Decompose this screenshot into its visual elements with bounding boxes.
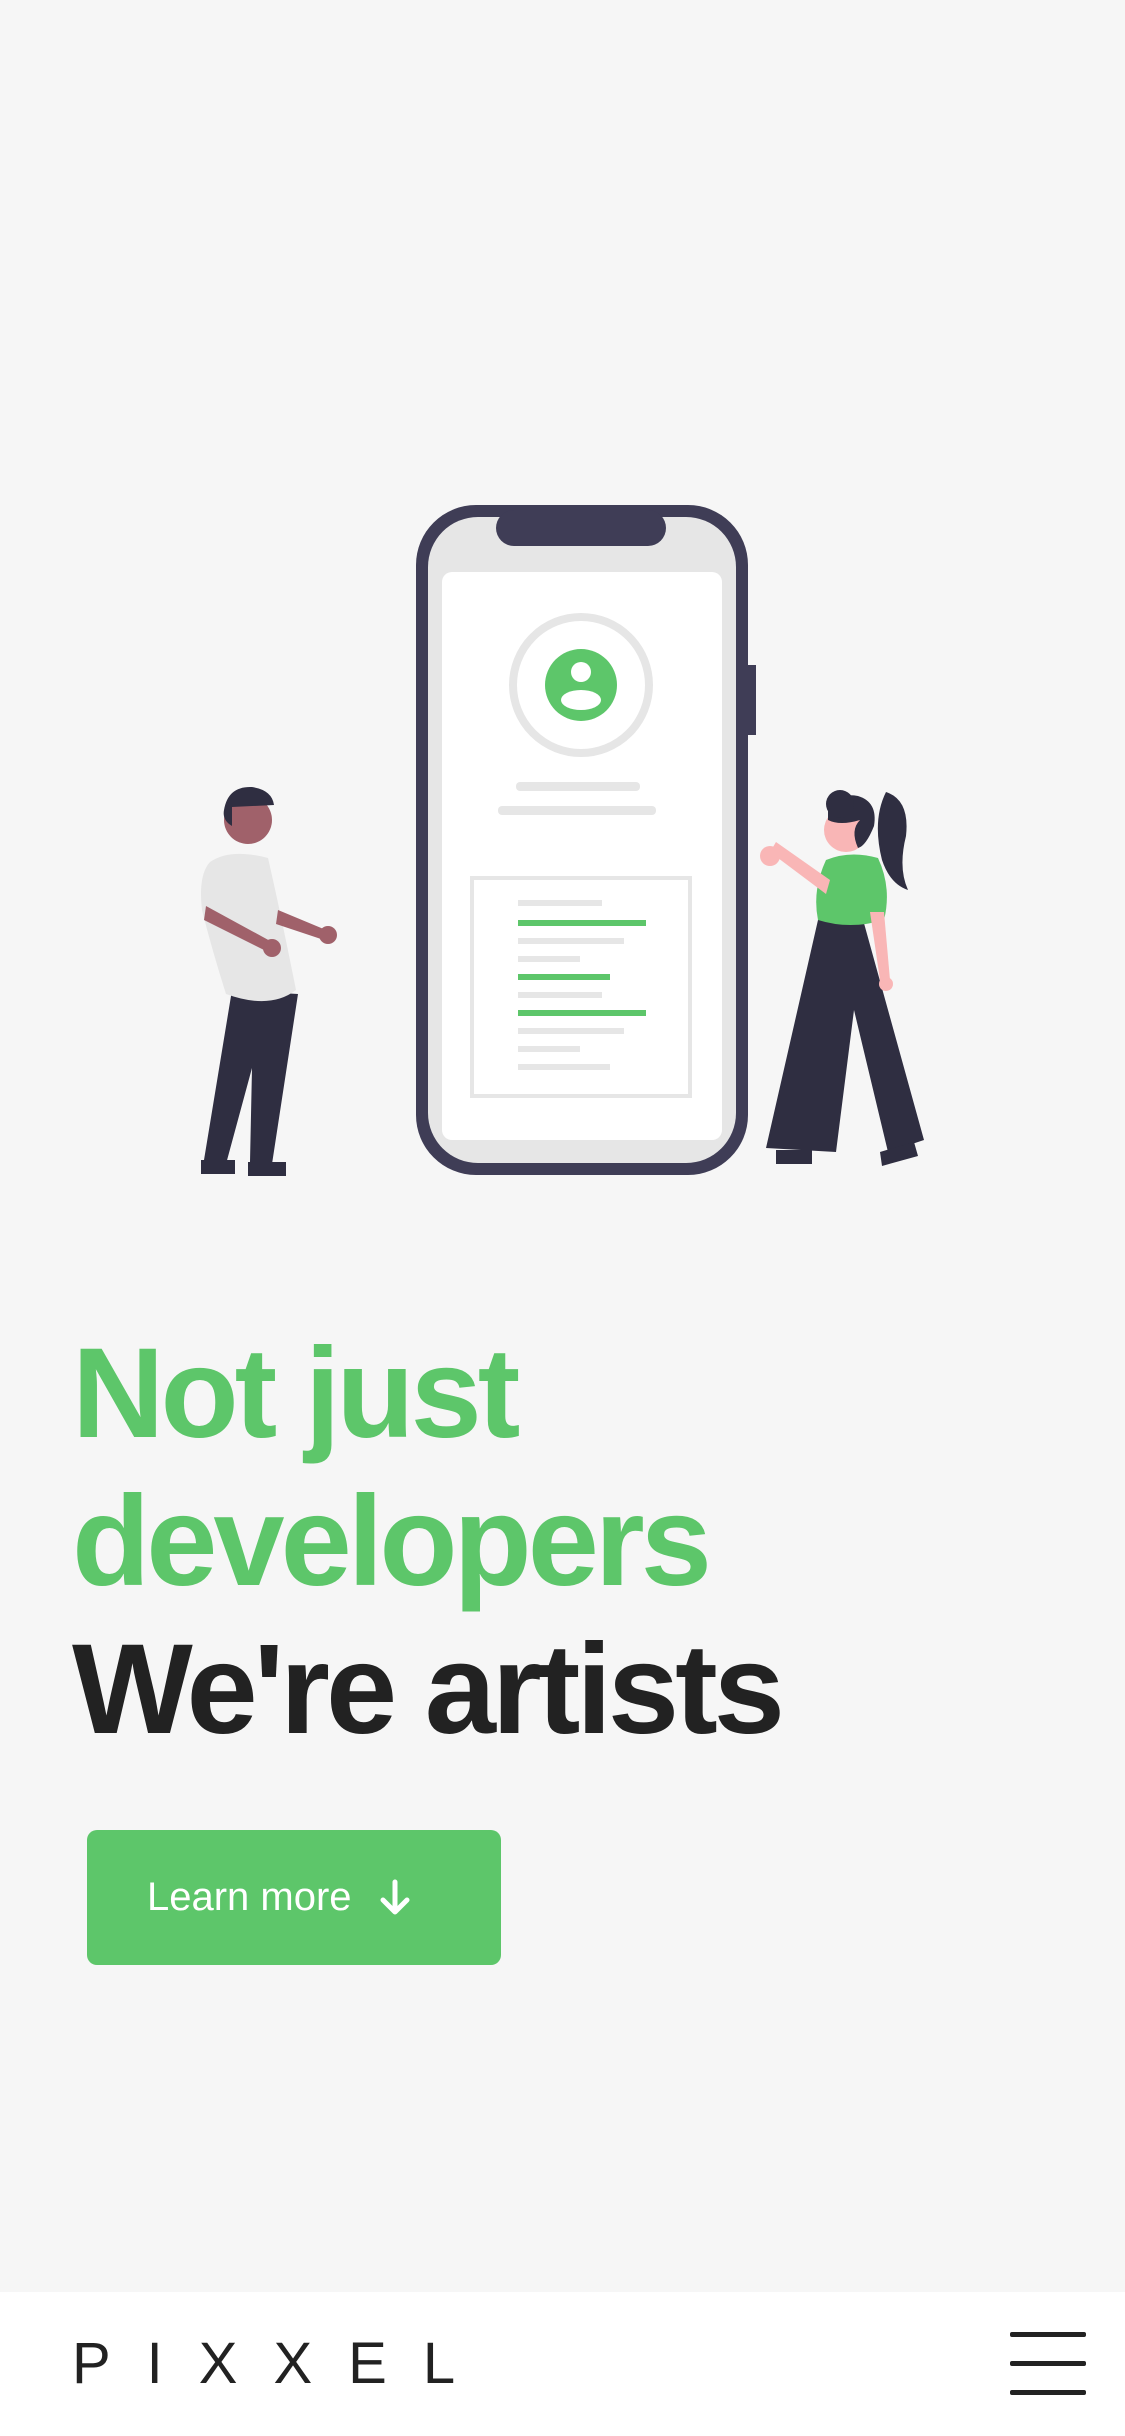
menu-line-icon: [1010, 2389, 1086, 2395]
man-illustration: [201, 786, 337, 1176]
learn-more-label: Learn more: [147, 1875, 352, 1919]
bottom-nav-bar: PIXXEL: [0, 2292, 1125, 2436]
woman-illustration: [760, 790, 924, 1166]
headline-line-2: developers: [72, 1470, 712, 1613]
menu-line-icon: [1010, 2331, 1086, 2337]
headline-line-3: We're artists: [72, 1618, 785, 1761]
arrow-down-icon: [380, 1879, 410, 1914]
brand-logo[interactable]: PIXXEL: [72, 2332, 491, 2396]
phone-illustration: [416, 505, 756, 1175]
phone-with-people-illustration: [201, 505, 924, 1176]
hero-headline: Not just developers We're artists: [72, 1320, 785, 1764]
hamburger-menu-button[interactable]: [1008, 2328, 1088, 2398]
menu-line-icon: [1010, 2360, 1086, 2366]
headline-line-1: Not just: [72, 1322, 520, 1465]
learn-more-button[interactable]: Learn more: [87, 1830, 501, 1965]
hero-section: Not just developers We're artists Learn …: [0, 0, 1125, 2292]
